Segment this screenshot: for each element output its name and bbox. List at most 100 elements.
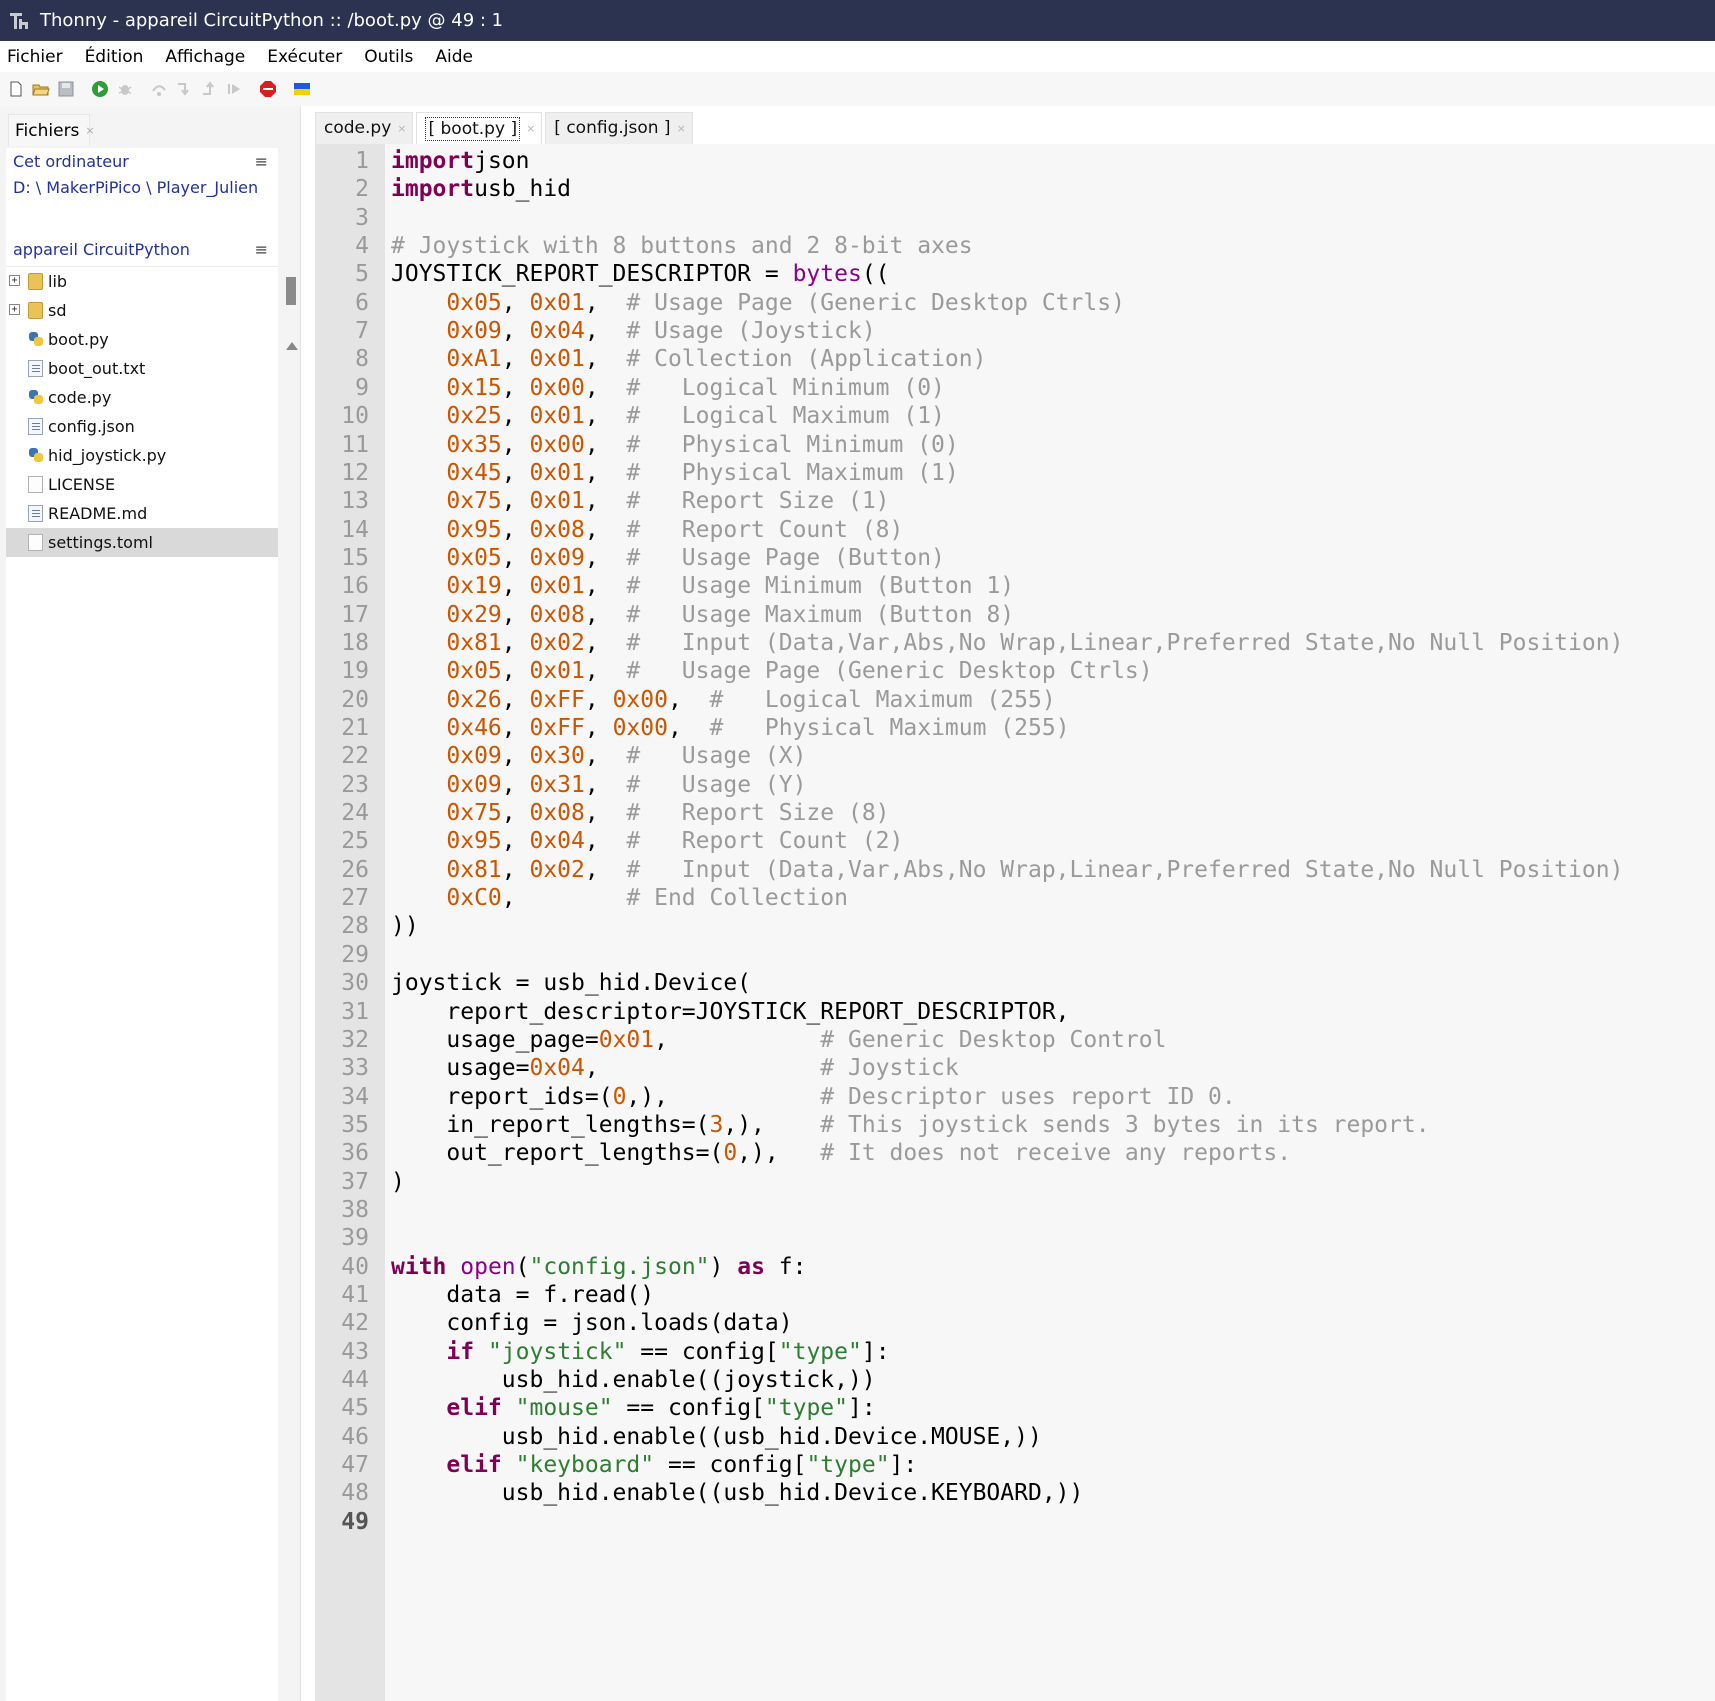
code-line[interactable]: importusb_hid xyxy=(391,174,571,205)
file-tree-item[interactable]: + lib xyxy=(6,267,278,296)
code-line[interactable]: with open("config.json") as f: xyxy=(391,1252,806,1283)
expand-icon[interactable]: + xyxy=(9,275,20,286)
code-line[interactable]: usage=0x04, # Joystick xyxy=(391,1053,959,1084)
file-tree-item[interactable]: code.py xyxy=(6,383,278,412)
code-token: bytes xyxy=(792,261,862,288)
code-area[interactable]: importjson importusb_hid # Joystick with 8… xyxy=(391,144,1711,1701)
expand-icon[interactable]: + xyxy=(9,304,20,315)
menu-affichage[interactable]: Affichage xyxy=(158,47,256,67)
code-token: , xyxy=(667,686,710,713)
line-number: 24 xyxy=(341,800,369,827)
code-line[interactable]: if "joystick" == config["type"]: xyxy=(391,1337,889,1368)
code-line[interactable]: usb_hid.enable((usb_hid.Device.MOUSE,)) xyxy=(391,1422,1042,1453)
file-tree-item[interactable]: LICENSE xyxy=(6,470,278,499)
file-tree-item[interactable]: settings.toml xyxy=(6,528,278,557)
code-line[interactable]: report_descriptor=JOYSTICK_REPORT_DESCRI… xyxy=(391,997,1069,1028)
code-line[interactable]: 0x15, 0x00, # Logical Minimum (0) xyxy=(391,373,945,404)
step-over-icon[interactable] xyxy=(150,80,168,98)
debug-icon[interactable] xyxy=(116,80,134,98)
code-line[interactable]: 0x95, 0x04, # Report Count (2) xyxy=(391,826,903,857)
code-editor[interactable]: 1 2 3 4 5 6 7 8 9 10 11 12 13 14 15 16 17 18 19 20 21 22 23 24 2… xyxy=(315,144,1715,1701)
code-line[interactable]: data = f.read() xyxy=(391,1280,654,1311)
code-line[interactable]: joystick = usb_hid.Device( xyxy=(391,968,751,999)
code-line[interactable]: 0x45, 0x01, # Physical Maximum (1) xyxy=(391,458,958,489)
editor-tab[interactable]: [ boot.py ] × xyxy=(416,112,543,144)
menu-edition[interactable]: Édition xyxy=(78,47,155,67)
code-token: 0xC0 xyxy=(446,885,502,912)
code-line[interactable]: 0xA1, 0x01, # Collection (Application) xyxy=(391,344,986,375)
code-line[interactable]: 0x75, 0x01, # Report Size (1) xyxy=(391,486,889,517)
code-line[interactable]: 0x09, 0x31, # Usage (Y) xyxy=(391,770,806,801)
code-line[interactable]: 0x25, 0x01, # Logical Maximum (1) xyxy=(391,401,945,432)
file-tree-item[interactable]: + sd xyxy=(6,296,278,325)
new-file-icon[interactable] xyxy=(7,80,25,98)
code-line[interactable]: 0x35, 0x00, # Physical Minimum (0) xyxy=(391,430,958,461)
files-tab[interactable]: Fichiers × xyxy=(8,114,95,146)
code-line[interactable]: 0x26, 0xFF, 0x00, # Logical Maximum (255… xyxy=(391,685,1055,716)
local-path[interactable]: D: \ MakerPiPico \ Player_Julien xyxy=(6,176,278,200)
code-line[interactable]: usb_hid.enable((usb_hid.Device.KEYBOARD,… xyxy=(391,1478,1084,1509)
save-icon[interactable] xyxy=(57,80,75,98)
code-line[interactable]: JOYSTICK_REPORT_DESCRIPTOR = bytes(( xyxy=(391,259,890,290)
device-panel-title[interactable]: appareil CircuitPython xyxy=(13,240,190,259)
code-line[interactable]: config = json.loads(data) xyxy=(391,1308,792,1339)
step-out-icon[interactable] xyxy=(200,80,218,98)
code-line[interactable]: usage_page=0x01, # Generic Desktop Contr… xyxy=(391,1025,1166,1056)
scroll-up-arrow-icon[interactable] xyxy=(286,342,298,350)
open-file-icon[interactable] xyxy=(32,80,50,98)
file-tree-item[interactable]: README.md xyxy=(6,499,278,528)
code-line[interactable]: 0x29, 0x08, # Usage Maximum (Button 8) xyxy=(391,600,1014,631)
code-line[interactable]: report_ids=(0,), # Descriptor uses repor… xyxy=(391,1082,1235,1113)
local-panel-title[interactable]: Cet ordinateur xyxy=(13,152,129,171)
file-tree-item[interactable]: boot.py xyxy=(6,325,278,354)
code-line[interactable]: elif "keyboard" == config["type"]: xyxy=(391,1450,917,1481)
code-line[interactable]: 0x81, 0x02, # Input (Data,Var,Abs,No Wra… xyxy=(391,628,1623,659)
code-line[interactable]: out_report_lengths=(0,), # It does not r… xyxy=(391,1138,1291,1169)
code-line[interactable]: importjson xyxy=(391,146,529,177)
code-line[interactable]: elif "mouse" == config["type"]: xyxy=(391,1393,875,1424)
file-tree-item[interactable]: config.json xyxy=(6,412,278,441)
code-line[interactable]: 0x75, 0x08, # Report Size (8) xyxy=(391,798,889,829)
editor-tab[interactable]: code.py × xyxy=(315,112,414,144)
code-token: # Joystick xyxy=(820,1055,959,1082)
panel-menu-icon[interactable]: ≡ xyxy=(255,234,268,266)
code-line[interactable]: # Joystick with 8 buttons and 2 8-bit ax… xyxy=(391,231,973,262)
code-line[interactable]: 0x46, 0xFF, 0x00, # Physical Maximum (25… xyxy=(391,713,1069,744)
code-token: , xyxy=(501,771,530,798)
run-icon[interactable] xyxy=(91,80,109,98)
files-scrollbar[interactable] xyxy=(284,146,298,1701)
code-line[interactable]: 0xC0, # End Collection xyxy=(391,883,848,914)
code-line[interactable]: 0x05, 0x09, # Usage Page (Button) xyxy=(391,543,945,574)
stop-icon[interactable] xyxy=(259,80,277,98)
close-icon[interactable]: × xyxy=(85,124,94,137)
menu-executer[interactable]: Exécuter xyxy=(260,47,353,67)
code-line[interactable]: ) xyxy=(391,1167,405,1198)
ukraine-flag-icon[interactable] xyxy=(293,80,311,98)
step-into-icon[interactable] xyxy=(175,80,193,98)
close-icon[interactable]: × xyxy=(677,113,686,144)
code-line[interactable]: 0x81, 0x02, # Input (Data,Var,Abs,No Wra… xyxy=(391,855,1623,886)
code-line[interactable]: usb_hid.enable((joystick,)) xyxy=(391,1365,876,1396)
code-line[interactable]: 0x09, 0x30, # Usage (X) xyxy=(391,741,806,772)
menu-fichier[interactable]: Fichier xyxy=(0,47,74,67)
menu-outils[interactable]: Outils xyxy=(357,47,424,67)
resume-icon[interactable] xyxy=(225,80,243,98)
editor-tab[interactable]: [ config.json ] × xyxy=(545,112,693,144)
code-line[interactable]: 0x19, 0x01, # Usage Minimum (Button 1) xyxy=(391,571,1014,602)
close-icon[interactable]: × xyxy=(397,113,406,144)
file-tree-item[interactable]: hid_joystick.py xyxy=(6,441,278,470)
code-line[interactable]: )) xyxy=(391,911,419,942)
scrollbar-thumb[interactable] xyxy=(286,277,296,305)
code-line[interactable]: 0x05, 0x01, # Usage Page (Generic Deskto… xyxy=(391,656,1152,687)
code-token: 0x01 xyxy=(529,289,585,316)
panel-menu-icon[interactable]: ≡ xyxy=(255,148,268,176)
code-line[interactable]: in_report_lengths=(3,), # This joystick … xyxy=(391,1110,1429,1141)
code-line[interactable]: 0x05, 0x01, # Usage Page (Generic Deskto… xyxy=(391,288,1125,319)
code-line[interactable]: 0x09, 0x04, # Usage (Joystick) xyxy=(391,316,875,347)
code-line[interactable]: 0x95, 0x08, # Report Count (8) xyxy=(391,515,903,546)
code-token: == config[ xyxy=(612,1395,765,1422)
file-tree-item[interactable]: boot_out.txt xyxy=(6,354,278,383)
close-icon[interactable]: × xyxy=(526,113,535,144)
menu-aide[interactable]: Aide xyxy=(428,47,484,67)
